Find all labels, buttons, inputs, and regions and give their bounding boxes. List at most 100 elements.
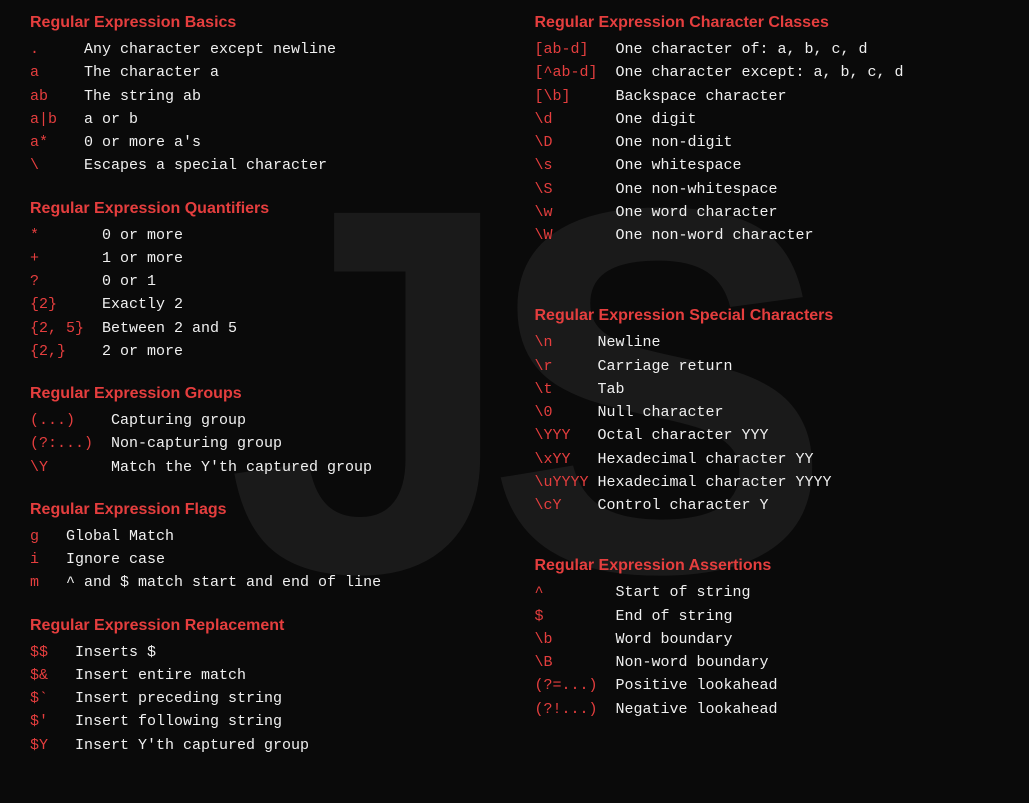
cheat-row: \cY Control character Y (535, 494, 1000, 517)
section: Regular Expression Quantifiers * 0 or mor… (30, 200, 495, 364)
cheat-row: \B Non-word boundary (535, 651, 1000, 674)
cheat-row: \S One non-whitespace (535, 178, 1000, 201)
cheat-key: {2,} (30, 340, 102, 363)
cheat-row: + 1 or more (30, 247, 495, 270)
cheat-key: \w (535, 201, 616, 224)
cheat-desc: The string ab (84, 85, 201, 108)
cheat-row: ab The string ab (30, 85, 495, 108)
cheat-row: \ Escapes a special character (30, 154, 495, 177)
cheat-key: \n (535, 331, 598, 354)
cheat-desc: Carriage return (598, 355, 733, 378)
cheat-desc: One character except: a, b, c, d (616, 61, 904, 84)
section: Regular Expression Character Classes[ab-… (535, 14, 1000, 247)
cheat-desc: Hexadecimal character YY (598, 448, 814, 471)
cheat-key: a|b (30, 108, 84, 131)
section-title: Regular Expression Quantifiers (30, 200, 495, 218)
cheat-row: $$ Inserts $ (30, 641, 495, 664)
cheat-row: \s One whitespace (535, 154, 1000, 177)
cheat-row: $ End of string (535, 605, 1000, 628)
cheat-desc: Negative lookahead (616, 698, 778, 721)
cheat-key: $' (30, 710, 75, 733)
cheat-desc: a or b (84, 108, 138, 131)
cheat-key: \s (535, 154, 616, 177)
cheat-desc: The character a (84, 61, 219, 84)
cheat-key: \uYYYY (535, 471, 598, 494)
cheat-key: [\b] (535, 85, 616, 108)
cheat-row: \d One digit (535, 108, 1000, 131)
cheat-key: \t (535, 378, 598, 401)
cheat-desc: Between 2 and 5 (102, 317, 237, 340)
cheat-key: ? (30, 270, 102, 293)
cheat-key: {2, 5} (30, 317, 102, 340)
cheat-desc: Null character (598, 401, 724, 424)
cheat-key: [^ab-d] (535, 61, 616, 84)
cheat-key: \r (535, 355, 598, 378)
section-title: Regular Expression Flags (30, 501, 495, 519)
cheat-desc: Positive lookahead (616, 674, 778, 697)
cheat-key: \W (535, 224, 616, 247)
cheat-row: ^ Start of string (535, 581, 1000, 604)
cheat-row: \b Word boundary (535, 628, 1000, 651)
cheat-row: \xYY Hexadecimal character YY (535, 448, 1000, 471)
cheat-desc: One digit (616, 108, 697, 131)
cheat-desc: 0 or more (102, 224, 183, 247)
cheat-desc: Insert entire match (75, 664, 246, 687)
cheatsheet-content: Regular Expression Basics. Any character… (30, 14, 999, 779)
cheat-desc: Newline (598, 331, 661, 354)
section: Regular Expression Flags g Global Matchi … (30, 501, 495, 595)
cheat-key: $& (30, 664, 75, 687)
cheat-key: {2} (30, 293, 102, 316)
cheat-row: \n Newline (535, 331, 1000, 354)
cheat-desc: One non-whitespace (616, 178, 778, 201)
cheat-row: a The character a (30, 61, 495, 84)
cheat-row: \w One word character (535, 201, 1000, 224)
cheat-desc: Word boundary (616, 628, 733, 651)
cheat-row: i Ignore case (30, 548, 495, 571)
section: Regular Expression Basics. Any character… (30, 14, 495, 178)
cheat-row: (...) Capturing group (30, 409, 495, 432)
cheat-desc: Match the Y'th captured group (111, 456, 372, 479)
cheat-row: $& Insert entire match (30, 664, 495, 687)
cheat-row: (?!...) Negative lookahead (535, 698, 1000, 721)
cheat-desc: 1 or more (102, 247, 183, 270)
cheat-row: [ab-d] One character of: a, b, c, d (535, 38, 1000, 61)
cheat-row: a* 0 or more a's (30, 131, 495, 154)
right-column: Regular Expression Character Classes[ab-… (535, 14, 1000, 779)
cheat-row: a|b a or b (30, 108, 495, 131)
cheat-key: \b (535, 628, 616, 651)
cheat-desc: Backspace character (616, 85, 787, 108)
cheat-desc: One non-word character (616, 224, 814, 247)
cheat-key: (?!...) (535, 698, 616, 721)
cheat-key: i (30, 548, 66, 571)
cheat-desc: Insert Y'th captured group (75, 734, 309, 757)
cheat-key: \D (535, 131, 616, 154)
cheat-desc: Capturing group (111, 409, 246, 432)
cheat-row: \Y Match the Y'th captured group (30, 456, 495, 479)
cheat-row: \0 Null character (535, 401, 1000, 424)
cheat-desc: Tab (598, 378, 625, 401)
cheat-key: $Y (30, 734, 75, 757)
cheat-key: (...) (30, 409, 111, 432)
cheat-desc: Start of string (616, 581, 751, 604)
cheat-row: {2, 5} Between 2 and 5 (30, 317, 495, 340)
cheat-key: [ab-d] (535, 38, 616, 61)
cheat-row: $' Insert following string (30, 710, 495, 733)
cheat-key: g (30, 525, 66, 548)
cheat-row: * 0 or more (30, 224, 495, 247)
cheat-row: [\b] Backspace character (535, 85, 1000, 108)
cheat-row: {2,} 2 or more (30, 340, 495, 363)
cheat-desc: One whitespace (616, 154, 742, 177)
cheat-key: . (30, 38, 84, 61)
cheat-key: \xYY (535, 448, 598, 471)
cheat-desc: Global Match (66, 525, 174, 548)
cheat-row: m ^ and $ match start and end of line (30, 571, 495, 594)
cheat-desc: 2 or more (102, 340, 183, 363)
cheat-row: \W One non-word character (535, 224, 1000, 247)
cheat-desc: Insert preceding string (75, 687, 282, 710)
cheat-desc: Non-word boundary (616, 651, 769, 674)
cheat-desc: Control character Y (598, 494, 769, 517)
section-title: Regular Expression Replacement (30, 617, 495, 635)
cheat-row: ? 0 or 1 (30, 270, 495, 293)
cheat-desc: Any character except newline (84, 38, 336, 61)
cheat-key: $$ (30, 641, 75, 664)
